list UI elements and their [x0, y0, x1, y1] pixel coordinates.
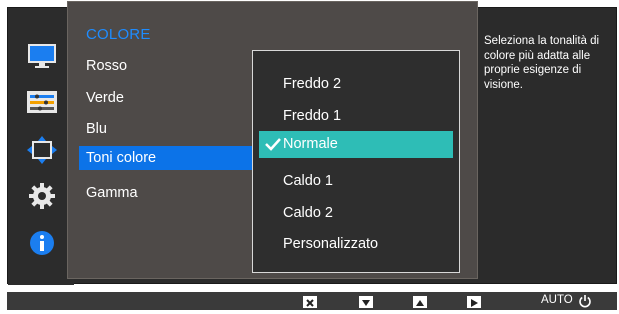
menu-item-rosso[interactable]: Rosso [86, 58, 127, 74]
help-text: Seleziona la tonalità di colore più adat… [484, 35, 600, 91]
menu-item-blu[interactable]: Blu [86, 121, 107, 137]
option-normale[interactable]: Normale [259, 131, 453, 158]
section-title: COLORE [86, 26, 151, 43]
right-arrow-icon[interactable] [467, 296, 481, 308]
down-arrow-icon[interactable] [359, 296, 373, 308]
checkmark-icon [264, 131, 282, 158]
menu-item-toni-colore[interactable]: Toni colore [79, 146, 255, 170]
menu-item-verde[interactable]: Verde [86, 90, 124, 106]
auto-button[interactable]: AUTO [541, 294, 573, 306]
move-icon[interactable] [25, 135, 59, 165]
close-icon[interactable] [303, 296, 317, 308]
option-personalizzato[interactable]: Personalizzato [283, 236, 378, 252]
monitor-icon[interactable] [25, 42, 59, 72]
option-normale-label: Normale [283, 136, 338, 152]
gear-icon[interactable] [25, 181, 59, 211]
power-icon[interactable] [578, 294, 592, 308]
option-caldo-2[interactable]: Caldo 2 [283, 205, 333, 221]
option-caldo-1[interactable]: Caldo 1 [283, 173, 333, 189]
color-tone-submenu: Freddo 2 Freddo 1 Normale Caldo 1 Caldo … [252, 50, 460, 273]
up-arrow-icon[interactable] [413, 296, 427, 308]
option-freddo-2[interactable]: Freddo 2 [283, 76, 341, 92]
option-freddo-1[interactable]: Freddo 1 [283, 108, 341, 124]
color-adjust-icon[interactable] [25, 88, 59, 118]
sidebar [8, 8, 74, 285]
menu-item-gamma[interactable]: Gamma [86, 185, 138, 201]
info-icon[interactable] [25, 228, 59, 258]
